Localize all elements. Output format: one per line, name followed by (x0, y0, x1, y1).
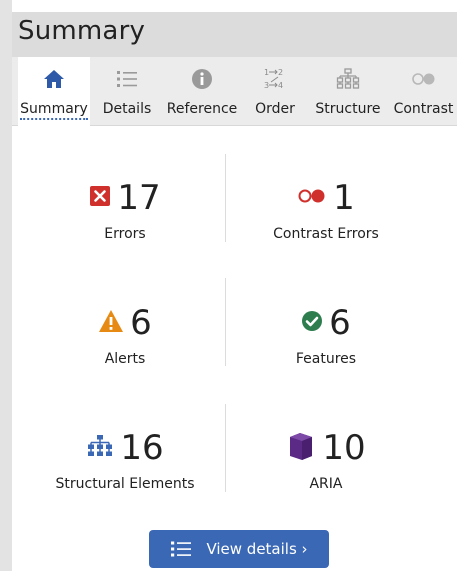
svg-text:2: 2 (278, 68, 283, 77)
error-icon (89, 185, 111, 211)
info-icon (162, 67, 242, 91)
features-count: 6 (329, 303, 351, 343)
alerts-label: Alerts (104, 351, 146, 367)
view-details-label: View details › (206, 540, 308, 558)
tab-reference[interactable]: Reference (162, 57, 242, 125)
contrast-errors-count: 1 (333, 178, 355, 218)
stat-errors[interactable]: 17 Errors (25, 176, 225, 242)
tab-label: Order (255, 101, 295, 117)
view-details-button[interactable]: View details › (149, 530, 329, 568)
alerts-count: 6 (130, 303, 152, 343)
stat-contrast-errors[interactable]: 1 Contrast Errors (226, 176, 426, 242)
wave-summary-panel: Summary Summary Details Reference 1 2 3 … (0, 0, 457, 571)
tab-structure[interactable]: Structure (310, 57, 386, 125)
stat-aria[interactable]: 10 ARIA (226, 426, 426, 492)
tab-label: Structure (315, 101, 381, 117)
aria-label: ARIA (309, 476, 343, 492)
features-label: Features (295, 351, 357, 367)
list-icon (170, 540, 192, 558)
tab-label: Summary (20, 101, 88, 120)
panel-header: Summary (12, 12, 457, 57)
tab-bar: Summary Details Reference 1 2 3 4 Order … (12, 57, 457, 126)
page-title: Summary (18, 16, 146, 46)
tab-order[interactable]: 1 2 3 4 Order (246, 57, 304, 125)
svg-text:4: 4 (278, 81, 283, 90)
structural-label: Structural Elements (55, 476, 195, 492)
structure-icon (86, 434, 114, 462)
tab-contrast[interactable]: Contrast (390, 57, 457, 125)
errors-label: Errors (104, 226, 146, 242)
tab-label: Details (102, 101, 152, 117)
summary-content: 17 Errors 1 Contrast Errors 6 Alerts 6 F… (12, 126, 457, 571)
structure-icon (310, 67, 386, 91)
aria-cube-icon (286, 431, 316, 465)
aria-count: 10 (322, 428, 366, 468)
contrast-icon (390, 67, 457, 91)
feature-check-icon (301, 310, 323, 336)
order-icon: 1 2 3 4 (246, 67, 304, 91)
stat-alerts[interactable]: 6 Alerts (25, 301, 225, 367)
structural-count: 16 (120, 428, 164, 468)
tab-summary[interactable]: Summary (18, 57, 90, 126)
svg-text:1: 1 (264, 68, 269, 77)
list-icon (92, 67, 162, 91)
tab-label: Contrast (393, 101, 454, 117)
alert-icon (98, 309, 124, 337)
contrast-error-icon (297, 188, 327, 208)
left-edge (0, 0, 12, 571)
home-icon (18, 67, 90, 91)
tab-label: Reference (166, 101, 238, 117)
svg-text:3: 3 (264, 81, 269, 90)
tab-details[interactable]: Details (92, 57, 162, 125)
contrast-errors-label: Contrast Errors (273, 226, 379, 242)
stat-structural-elements[interactable]: 16 Structural Elements (25, 426, 225, 492)
errors-count: 17 (117, 178, 161, 218)
stat-features[interactable]: 6 Features (226, 301, 426, 367)
